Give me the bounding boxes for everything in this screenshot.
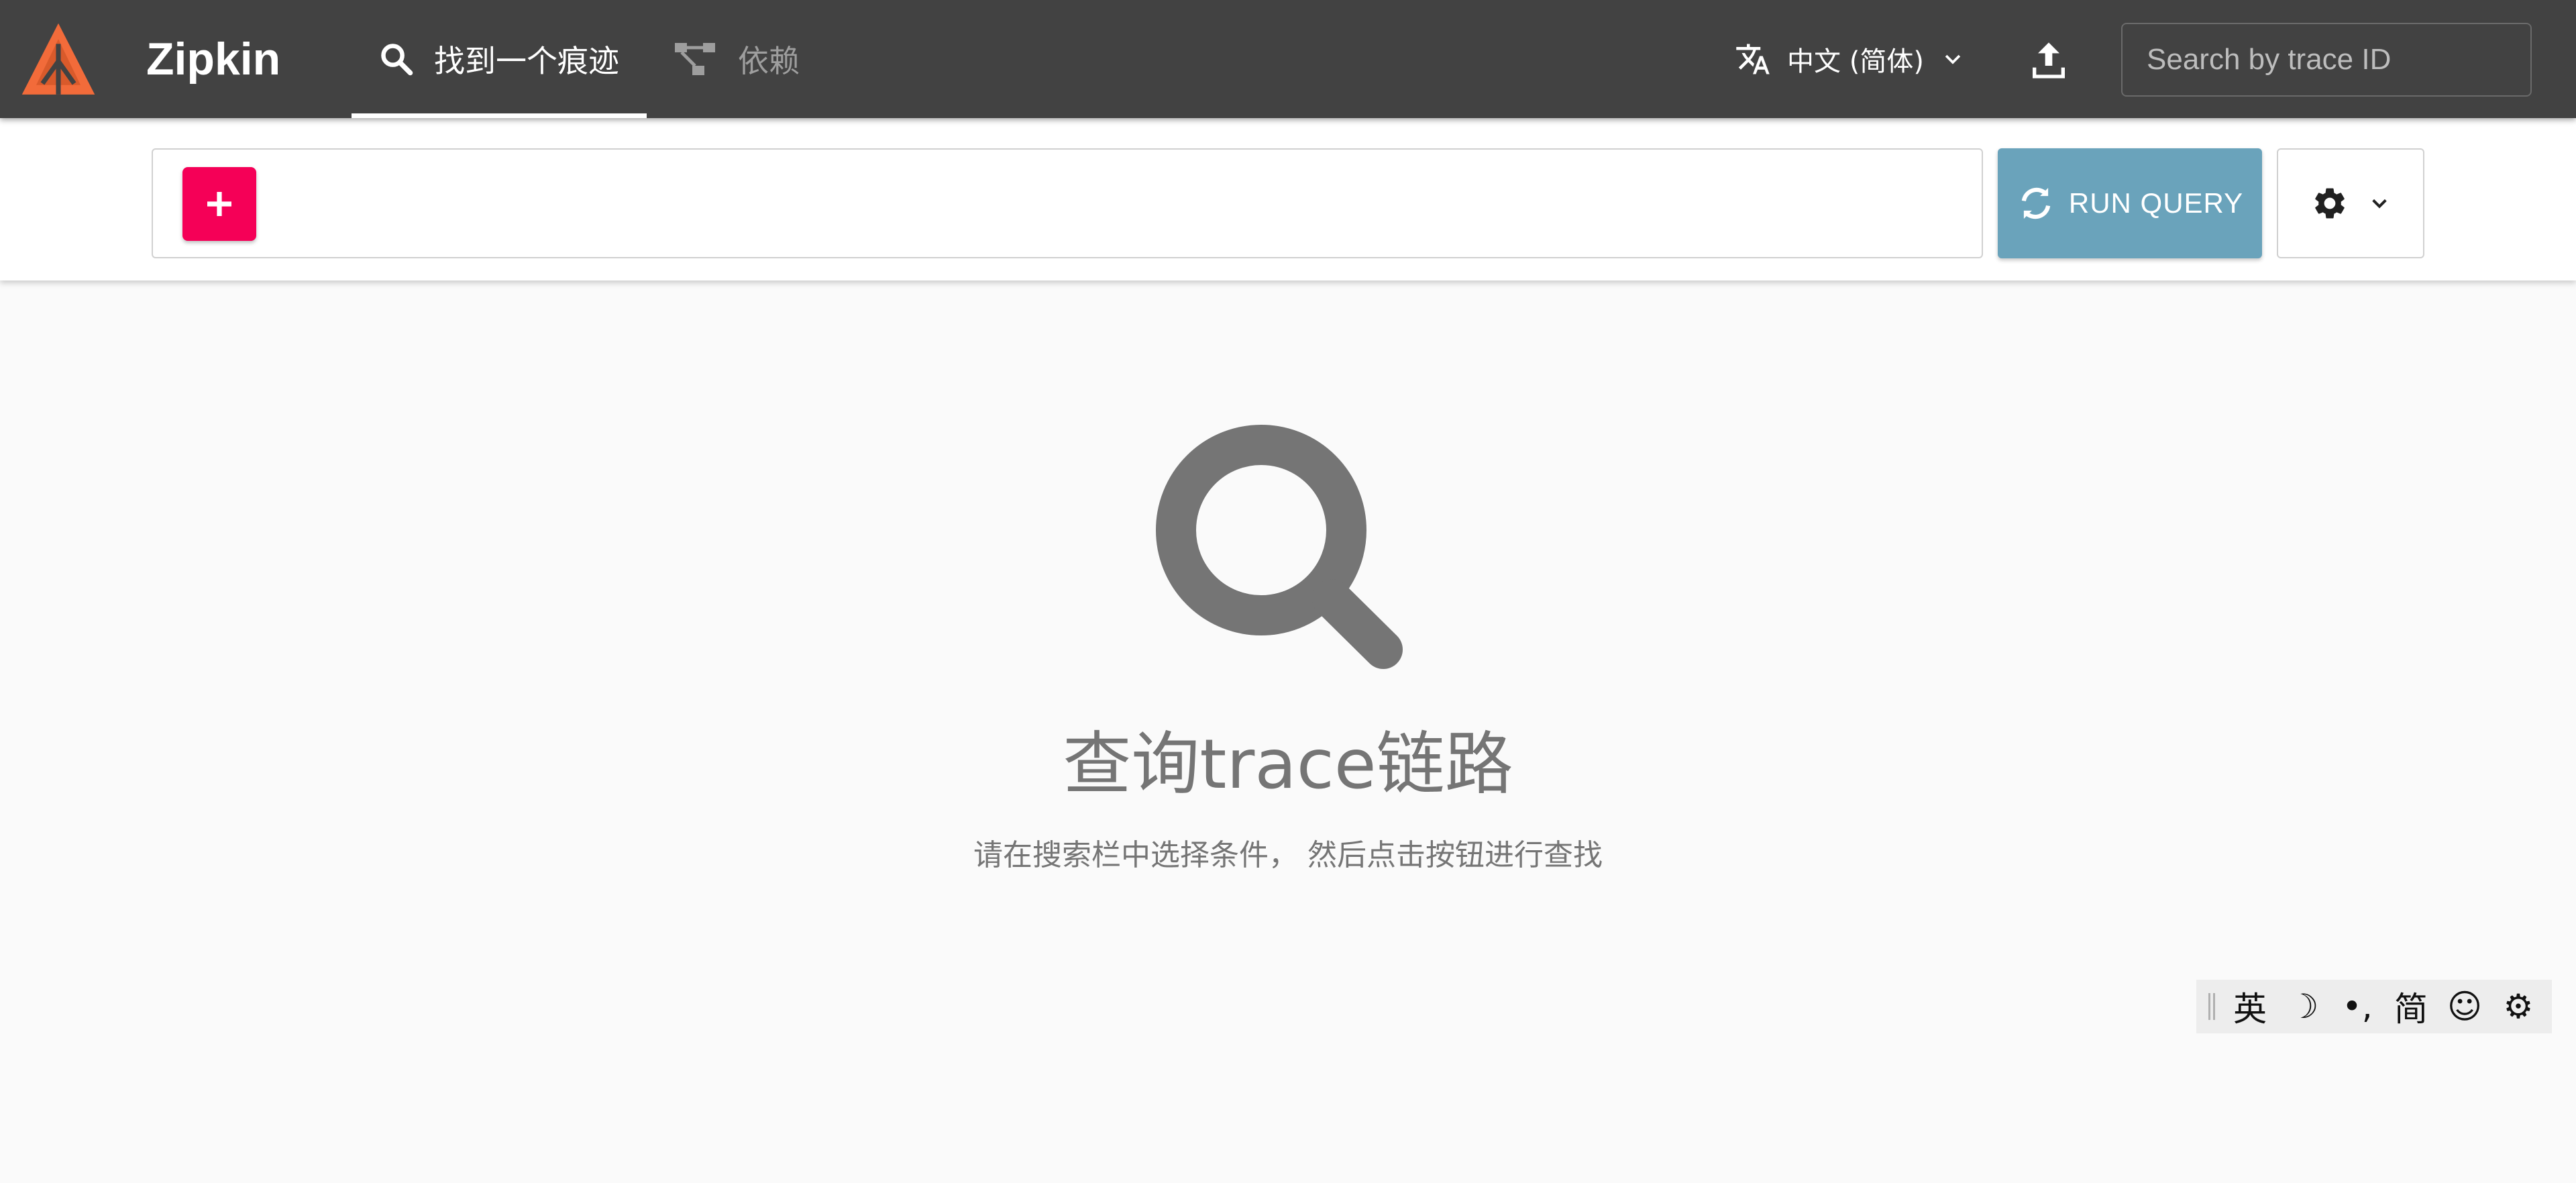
tab-dependencies-label: 依赖 xyxy=(738,43,800,79)
app-header: Zipkin 找到一个痕迹 依赖 中文 (简体) xyxy=(0,0,2576,118)
run-query-label: RUN QUERY xyxy=(2068,187,2244,219)
app-name[interactable]: Zipkin xyxy=(146,30,280,89)
trace-id-search-input[interactable] xyxy=(2121,23,2532,97)
ime-moon-icon[interactable]: ☽ xyxy=(2277,980,2330,1033)
query-bar: RUN QUERY xyxy=(0,118,2576,280)
translate-icon xyxy=(1736,44,1770,74)
active-tab-indicator xyxy=(352,113,647,118)
ime-toolbar: 英 ☽ •, 简 ☺ ⚙ xyxy=(2196,980,2552,1033)
add-criteria-button[interactable] xyxy=(182,167,256,241)
query-settings-button[interactable] xyxy=(2277,148,2424,258)
ime-drag-handle[interactable] xyxy=(2208,993,2215,1020)
language-selector[interactable]: 中文 (简体) xyxy=(1735,0,1964,118)
zipkin-logo-icon[interactable] xyxy=(19,20,98,99)
gear-icon xyxy=(2315,188,2345,219)
dependency-graph-icon xyxy=(675,43,715,75)
ime-emoji-icon[interactable]: ☺ xyxy=(2438,980,2491,1033)
ime-simplified[interactable]: 简 xyxy=(2384,980,2438,1033)
ime-gear-icon[interactable]: ⚙ xyxy=(2491,980,2545,1033)
ime-punctuation[interactable]: •, xyxy=(2330,980,2384,1033)
empty-state-search-icon xyxy=(1156,425,1403,669)
empty-state-title: 查询trace链路 xyxy=(1063,725,1513,805)
empty-state-description: 请在搜索栏中选择条件， 然后点击按钮进行查找 xyxy=(973,838,1603,872)
language-label: 中文 (简体) xyxy=(1787,46,1924,77)
chevron-down-icon xyxy=(1945,54,1961,64)
tab-discover-label: 找到一个痕迹 xyxy=(434,43,619,79)
ime-mode-english[interactable]: 英 xyxy=(2223,980,2277,1033)
tab-dependencies[interactable]: 依赖 xyxy=(674,0,800,118)
tab-discover[interactable]: 找到一个痕迹 xyxy=(352,0,647,118)
search-icon xyxy=(381,44,413,76)
upload-icon[interactable] xyxy=(2027,39,2070,82)
refresh-icon xyxy=(2021,187,2051,219)
chevron-down-icon xyxy=(2372,199,2387,209)
run-query-button[interactable]: RUN QUERY xyxy=(1998,148,2262,258)
search-criteria-input[interactable] xyxy=(152,148,1983,258)
plus-icon xyxy=(207,192,231,216)
